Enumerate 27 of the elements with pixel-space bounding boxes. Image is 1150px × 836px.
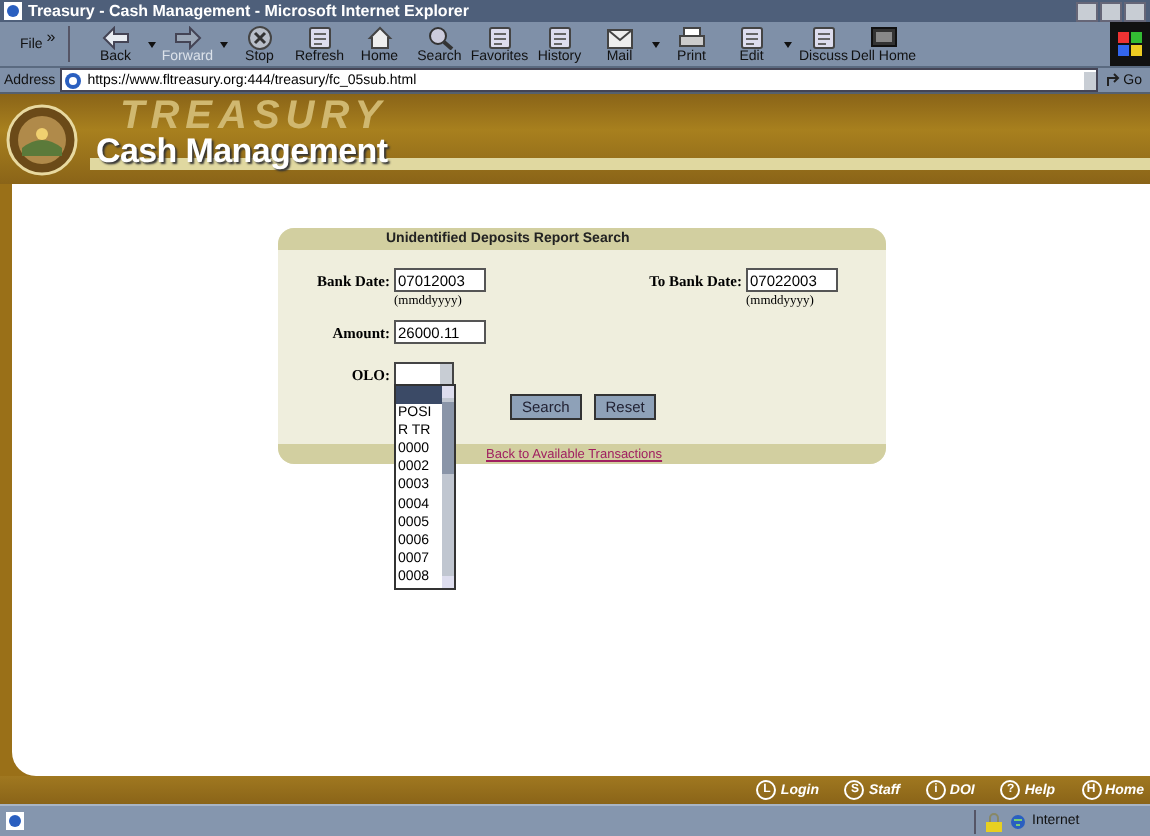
banner-watermark: TREASURY <box>120 96 388 136</box>
close-button[interactable] <box>1124 1 1146 21</box>
globe-icon <box>1010 813 1026 829</box>
forward-arrow-icon <box>173 25 202 49</box>
page-icon <box>6 812 24 830</box>
minimize-button[interactable] <box>1076 1 1098 21</box>
windows-flag-icon <box>1118 32 1142 56</box>
go-arrow-icon <box>1105 72 1122 88</box>
scrollbar[interactable] <box>442 386 454 588</box>
search-icon <box>425 25 454 49</box>
home-icon <box>365 25 394 49</box>
dropdown-arrow-icon[interactable] <box>783 41 792 47</box>
mail-icon <box>605 25 634 49</box>
dropdown-option[interactable] <box>396 386 442 405</box>
back-arrow-icon <box>101 25 130 49</box>
more-chevron[interactable]: » <box>46 27 56 45</box>
olo-select[interactable] <box>394 362 454 386</box>
browser-icon <box>4 2 22 20</box>
lock-icon <box>984 811 1004 831</box>
printer-icon <box>677 25 706 49</box>
maximize-button[interactable] <box>1100 1 1122 21</box>
dropdown-arrow-icon[interactable] <box>651 41 660 47</box>
dropdown-arrow-icon[interactable] <box>147 41 156 47</box>
stop-icon <box>245 25 274 49</box>
seal-icon <box>6 104 78 176</box>
window-title: Treasury - Cash Management - Microsoft Internet Explorer <box>28 2 471 20</box>
page-icon <box>63 71 82 89</box>
